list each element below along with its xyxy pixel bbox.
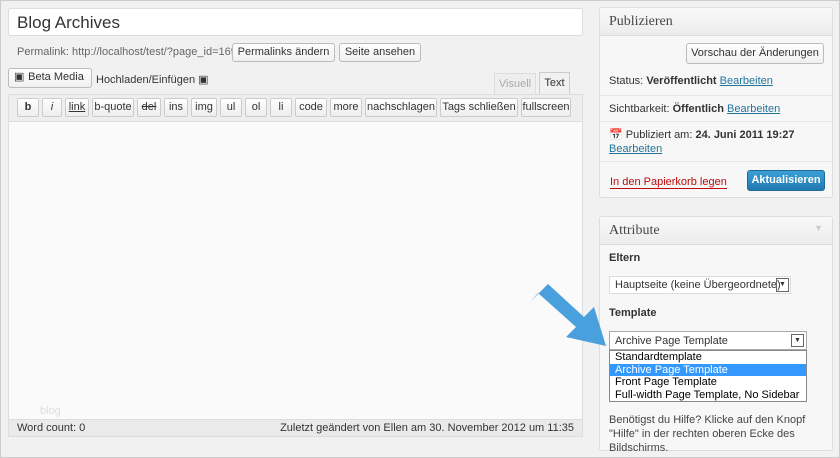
collapse-icon[interactable]: ▼ xyxy=(814,223,823,233)
help-text: Benötigst du Hilfe? Klicke auf den Knopf… xyxy=(609,414,806,454)
template-select[interactable]: Archive Page Template ▼ xyxy=(609,331,807,350)
editor-text: blog xyxy=(40,405,61,417)
toolbar-button-tags-schließen[interactable]: Tags schließen xyxy=(440,98,518,117)
toolbar-button-del[interactable]: del xyxy=(137,98,161,117)
view-page-button[interactable]: Seite ansehen xyxy=(339,43,421,62)
update-button[interactable]: Aktualisieren xyxy=(747,170,825,191)
tab-visual[interactable]: Visuell xyxy=(494,73,536,94)
editor: blog Word count: 0 Zuletzt geändert von … xyxy=(8,94,583,437)
template-option[interactable]: Full-width Page Template, No Sidebar xyxy=(610,389,806,402)
tab-text[interactable]: Text xyxy=(539,72,570,95)
toolbar-button-ins[interactable]: ins xyxy=(164,98,188,117)
edit-status-link[interactable]: Bearbeiten xyxy=(720,75,773,87)
trash-link[interactable]: In den Papierkorb legen xyxy=(610,176,727,189)
toolbar-button-fullscreen[interactable]: fullscreen xyxy=(521,98,571,117)
toolbar-button-li[interactable]: li xyxy=(270,98,292,117)
published-row: 📅 Publiziert am: 24. Juni 2011 19:27 Bear… xyxy=(609,129,795,155)
edit-visibility-link[interactable]: Bearbeiten xyxy=(727,103,780,115)
template-option[interactable]: Front Page Template xyxy=(610,376,806,389)
word-count: Word count: 0 xyxy=(17,422,86,434)
chevron-down-icon: ▼ xyxy=(776,278,789,292)
permalink-url[interactable]: http://localhost/test/?page_id=1691 xyxy=(72,46,243,58)
toolbar-button-more[interactable]: more xyxy=(330,98,362,117)
toolbar-button-link[interactable]: link xyxy=(65,98,89,117)
upload-insert-link[interactable]: Hochladen/Einfügen ▣ xyxy=(96,73,209,86)
toolbar-button-b-quote[interactable]: b-quote xyxy=(92,98,134,117)
permalink-label: Permalink: http://localhost/test/?page_i… xyxy=(17,46,243,58)
title-input[interactable]: Blog Archives xyxy=(8,8,583,36)
calendar-icon: 📅 xyxy=(609,129,623,141)
media-icon: ▣ xyxy=(14,71,25,83)
media-icon: ▣ xyxy=(198,74,209,86)
arrow-annotation xyxy=(531,284,606,346)
template-label: Template xyxy=(609,307,657,319)
template-options-list: Standardtemplate Archive Page Template F… xyxy=(609,350,807,402)
chevron-down-icon: ▼ xyxy=(791,334,804,347)
upload-label: Hochladen/Einfügen xyxy=(96,74,196,86)
toolbar-button-i[interactable]: i xyxy=(42,98,62,117)
visibility-row: Sichtbarkeit: Öffentlich Bearbeiten xyxy=(609,103,781,115)
parent-label: Eltern xyxy=(609,252,641,264)
toolbar-button-ol[interactable]: ol xyxy=(245,98,267,117)
publish-title: Publizieren xyxy=(600,8,832,36)
toolbar-button-b[interactable]: b xyxy=(17,98,39,117)
preview-changes-button[interactable]: Vorschau der Änderungen xyxy=(686,43,824,64)
template-option-selected[interactable]: Archive Page Template xyxy=(610,363,806,376)
status-row: Status: Veröffentlicht Bearbeiten xyxy=(609,75,773,87)
parent-select[interactable]: Hauptseite (keine Übergeordnete) ▼ xyxy=(609,276,791,294)
beta-media-button[interactable]: ▣ Beta Media xyxy=(8,68,92,88)
beta-media-label: Beta Media xyxy=(28,71,84,83)
status-bar: Word count: 0 Zuletzt geändert von Ellen… xyxy=(9,419,582,436)
attributes-panel: Attribute ▼ Eltern Hauptseite (keine Über… xyxy=(599,216,833,454)
toolbar-button-code[interactable]: code xyxy=(295,98,327,117)
toolbar-button-ul[interactable]: ul xyxy=(220,98,242,117)
publish-panel: Publizieren Vorschau der Änderungen Stat… xyxy=(599,7,833,198)
edit-date-link[interactable]: Bearbeiten xyxy=(609,143,662,155)
attributes-title: Attribute ▼ xyxy=(600,217,832,245)
template-option[interactable]: Standardtemplate xyxy=(610,351,806,364)
toolbar-button-nachschlagen[interactable]: nachschlagen xyxy=(365,98,437,117)
permalink-prefix: Permalink: xyxy=(17,46,69,58)
change-permalink-button[interactable]: Permalinks ändern xyxy=(232,43,335,62)
editor-content[interactable]: blog xyxy=(9,122,582,419)
toolbar-button-img[interactable]: img xyxy=(191,98,217,117)
last-modified: Zuletzt geändert von Ellen am 30. Novemb… xyxy=(280,422,574,434)
